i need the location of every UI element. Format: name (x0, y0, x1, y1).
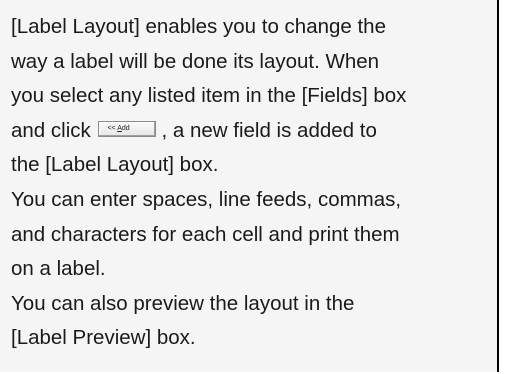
help-line: You can also preview the layout in the (11, 291, 355, 315)
add-button-illustration: << Add (98, 121, 157, 138)
help-line: way a label will be done its layout. Whe… (11, 49, 380, 73)
help-panel: [Label Layout] enables you to change the… (0, 0, 499, 372)
help-line: [Label Layout] enables you to change the (11, 15, 386, 38)
help-line-with-button: and click << Add, a new field is added t… (11, 114, 495, 149)
add-button-arrows: << (107, 125, 116, 133)
help-line: and characters for each cell and print t… (11, 222, 400, 246)
help-line: the [Label Layout] box. (11, 153, 219, 177)
add-button-rest: dd (121, 125, 130, 133)
help-line-part: , a new field is added to (161, 118, 377, 142)
help-line: You can enter spaces, line feeds, commas… (11, 187, 402, 211)
help-line: you select any listed item in the [Field… (11, 84, 407, 108)
help-line: on a label. (11, 257, 106, 281)
help-line: [Label Preview] box. (11, 326, 196, 350)
help-line-part: and click (11, 118, 91, 142)
help-text: [Label Layout] enables you to change the… (11, 10, 495, 356)
